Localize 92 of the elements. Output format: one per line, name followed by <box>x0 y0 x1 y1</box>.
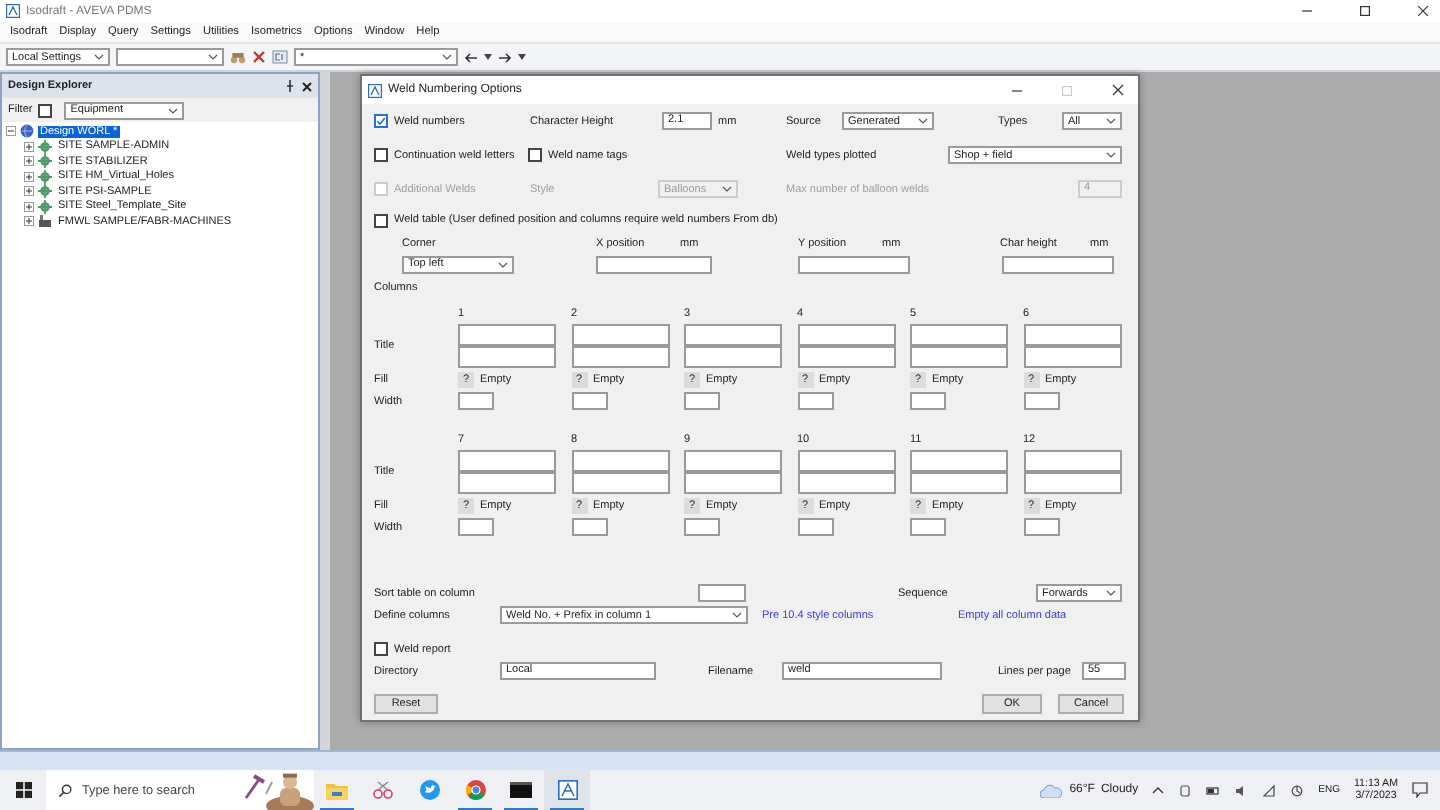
title-field[interactable] <box>797 346 895 368</box>
expand-icon[interactable] <box>24 186 34 197</box>
chevron-icon <box>918 118 928 124</box>
title-field[interactable] <box>910 450 1008 472</box>
network-icon[interactable] <box>1262 783 1277 797</box>
sort-column-field[interactable] <box>698 584 746 602</box>
title-field[interactable] <box>1023 472 1121 494</box>
chevron-icon <box>1106 152 1116 158</box>
chevron-icon <box>498 261 508 267</box>
chevron-icon <box>168 107 179 113</box>
notification-icon[interactable] <box>1412 782 1428 798</box>
title-field[interactable] <box>458 472 556 494</box>
width-field[interactable] <box>684 392 720 410</box>
chevron-icon <box>1106 118 1116 124</box>
title-field[interactable] <box>1023 450 1121 472</box>
title-field[interactable] <box>571 346 669 368</box>
dropdown-icon[interactable] <box>484 54 492 60</box>
app-icon[interactable] <box>557 780 577 800</box>
title-field[interactable] <box>684 472 782 494</box>
chevron-up-icon[interactable] <box>1152 786 1165 794</box>
x-position-field[interactable] <box>596 255 712 273</box>
expand-icon[interactable] <box>24 141 34 152</box>
chevron-icon <box>208 54 218 60</box>
title-field[interactable] <box>1023 346 1121 368</box>
chevron-icon <box>1106 590 1116 596</box>
width-field[interactable] <box>458 392 494 410</box>
cloud-icon <box>1039 783 1062 797</box>
width-field[interactable] <box>571 518 607 536</box>
width-field[interactable] <box>571 392 607 410</box>
title-field[interactable] <box>458 450 556 472</box>
title-field[interactable] <box>797 324 895 346</box>
title-field[interactable] <box>458 346 556 368</box>
expand-icon[interactable] <box>24 216 34 227</box>
bird-icon[interactable] <box>419 780 439 800</box>
speaker-icon[interactable] <box>1234 783 1249 797</box>
title-field[interactable] <box>910 324 1008 346</box>
title-field[interactable] <box>684 324 782 346</box>
scissors-icon[interactable] <box>372 780 394 800</box>
expand-icon[interactable] <box>24 156 34 167</box>
width-field[interactable] <box>1023 392 1059 410</box>
toolbar-dropdown[interactable] <box>116 48 224 66</box>
width-field[interactable] <box>910 518 946 536</box>
title-field[interactable] <box>571 472 669 494</box>
app-icon <box>368 83 382 97</box>
expand-icon[interactable] <box>24 171 34 182</box>
close-icon[interactable] <box>302 81 312 91</box>
close-icon[interactable] <box>1418 6 1428 16</box>
width-field[interactable] <box>1023 518 1059 536</box>
minimize-icon[interactable] <box>1012 85 1022 95</box>
delete-icon[interactable] <box>252 50 266 64</box>
title-field[interactable] <box>458 324 556 346</box>
chevron-icon <box>442 54 452 60</box>
title-field[interactable] <box>571 450 669 472</box>
windows-icon[interactable] <box>15 782 31 798</box>
width-field[interactable] <box>910 392 946 410</box>
forward-arrow-icon[interactable] <box>498 51 512 63</box>
title-field[interactable] <box>797 472 895 494</box>
checkbox[interactable] <box>38 103 53 117</box>
y-position-field[interactable] <box>798 255 910 273</box>
search-icon <box>58 783 72 797</box>
title-field[interactable] <box>797 450 895 472</box>
pin-icon[interactable] <box>286 80 294 92</box>
maximize-icon[interactable] <box>1360 6 1370 16</box>
expand-icon[interactable] <box>24 201 34 212</box>
title-field[interactable] <box>684 450 782 472</box>
chevron-icon <box>722 186 732 192</box>
title-field[interactable] <box>684 346 782 368</box>
chevron-icon <box>732 612 742 618</box>
title-field[interactable] <box>1023 324 1121 346</box>
width-field[interactable] <box>797 518 833 536</box>
char-height-field[interactable] <box>1002 255 1114 273</box>
width-field[interactable] <box>684 518 720 536</box>
minimize-icon[interactable] <box>1302 6 1312 16</box>
back-arrow-icon[interactable] <box>464 51 478 63</box>
title-field[interactable] <box>910 346 1008 368</box>
binoculars-icon[interactable] <box>230 51 246 63</box>
width-field[interactable] <box>458 518 494 536</box>
machine-icon <box>38 214 52 229</box>
browser-icon[interactable] <box>465 780 485 800</box>
battery-icon[interactable] <box>1206 783 1221 797</box>
width-field[interactable] <box>797 392 833 410</box>
chevron-icon <box>94 54 104 60</box>
globe-icon <box>20 124 34 139</box>
title-field[interactable] <box>571 324 669 346</box>
close-icon[interactable] <box>1112 84 1124 96</box>
checkmark-icon <box>376 116 386 126</box>
dropdown-icon[interactable] <box>518 54 526 60</box>
folder-icon[interactable] <box>326 781 348 799</box>
collapse-icon[interactable] <box>6 126 16 137</box>
element-icon[interactable] <box>272 50 288 64</box>
maximize-icon <box>1062 85 1072 95</box>
title-field[interactable] <box>910 472 1008 494</box>
